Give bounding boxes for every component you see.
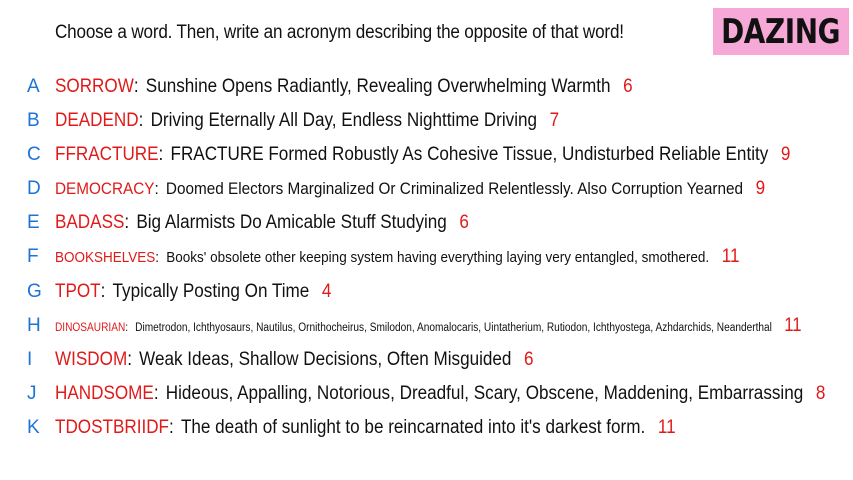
- entry-word: BADASS: [55, 212, 125, 233]
- entry-score: 6: [524, 349, 534, 370]
- entry-row: B DEADEND: Driving Eternally All Day, Endl…: [0, 106, 853, 136]
- entry-word: DEMOCRACY: [55, 179, 155, 198]
- entry-colon: :: [125, 322, 129, 334]
- entry-score: 9: [755, 178, 766, 199]
- entry-letter: K: [27, 417, 40, 438]
- entry-colon: :: [158, 144, 164, 165]
- entry-row: J HANDSOME: Hideous, Appalling, Notorious,…: [0, 379, 853, 409]
- entry-row: G TPOT: Typically Posting On Time 4: [0, 277, 853, 307]
- instructions-text: Choose a word. Then, write an acronym de…: [55, 22, 624, 43]
- entry-letter: I: [27, 349, 33, 370]
- entry-acronym: Dimetrodon, Ichthyosaurs, Nautilus, Orni…: [135, 322, 772, 334]
- entry-acronym: Sunshine Opens Radiantly, Revealing Over…: [145, 76, 611, 97]
- entry-colon: :: [153, 383, 159, 404]
- entry-score: 6: [623, 76, 633, 97]
- entry-score: 8: [815, 383, 826, 404]
- entry-score: 11: [657, 417, 676, 438]
- entry-score: 7: [549, 110, 560, 131]
- entry-letter: C: [27, 144, 41, 165]
- entry-row: C FFRACTURE: FRACTURE Formed Robustly As C…: [0, 140, 853, 170]
- entry-score: 4: [321, 281, 332, 302]
- entry-letter: G: [27, 281, 42, 302]
- entry-colon: :: [154, 179, 159, 198]
- entry-letter: B: [27, 110, 40, 131]
- entry-word: DINOSAURIAN: [55, 322, 126, 334]
- entry-acronym: Doomed Electors Marginalized Or Criminal…: [165, 179, 744, 198]
- entry-word: TDOSTBRIIDF: [55, 417, 170, 438]
- entry-colon: :: [127, 349, 132, 370]
- entry-word: TPOT: [55, 281, 101, 302]
- entry-row: E BADASS: Big Alarmists Do Amicable Stuff …: [0, 208, 853, 238]
- entry-colon: :: [138, 110, 144, 131]
- entry-acronym: Hideous, Appalling, Notorious, Dreadful,…: [165, 383, 804, 404]
- entry-letter: D: [27, 178, 41, 199]
- entry-letter: A: [27, 76, 40, 97]
- entry-colon: :: [169, 417, 174, 438]
- entry-word: BOOKSHELVES: [55, 249, 156, 266]
- entry-row: H DINOSAURIAN: Dimetrodon, Ichthyosaurs, N…: [0, 311, 853, 341]
- entry-acronym: Driving Eternally All Day, Endless Night…: [150, 110, 538, 131]
- entry-acronym: FRACTURE Formed Robustly As Cohesive Tis…: [170, 144, 769, 165]
- entry-score: 6: [459, 212, 469, 233]
- entry-acronym: Weak Ideas, Shallow Decisions, Often Mis…: [139, 349, 512, 370]
- entry-colon: :: [100, 281, 106, 302]
- entry-score: 9: [780, 144, 791, 165]
- entry-word: WISDOM: [55, 349, 128, 370]
- entry-acronym: The death of sunlight to be reincarnated…: [180, 417, 646, 438]
- entry-letter: J: [27, 383, 37, 404]
- entry-row: K TDOSTBRIIDF: The death of sunlight to be…: [0, 413, 853, 443]
- logo-text: DAZING: [721, 11, 841, 52]
- entry-acronym: Books' obsolete other keeping system hav…: [166, 249, 710, 266]
- entry-colon: :: [133, 76, 139, 97]
- entry-letter: F: [27, 246, 39, 267]
- entry-row: D DEMOCRACY: Doomed Electors Marginalized …: [0, 174, 853, 204]
- entry-row: F BOOKSHELVES: Books' obsolete other keepi…: [0, 242, 853, 272]
- entry-colon: :: [124, 212, 130, 233]
- entry-row: I WISDOM: Weak Ideas, Shallow Decisions, O…: [0, 345, 853, 375]
- entry-word: FFRACTURE: [55, 144, 159, 165]
- entry-word: DEADEND: [55, 110, 139, 131]
- entry-letter: H: [27, 315, 41, 336]
- entry-score: 11: [721, 246, 740, 267]
- entry-letter: E: [27, 212, 40, 233]
- dazing-logo: DAZING: [713, 8, 849, 55]
- entry-acronym: Big Alarmists Do Amicable Stuff Studying: [136, 212, 447, 233]
- entry-word: HANDSOME: [55, 383, 154, 404]
- entry-colon: :: [155, 249, 160, 266]
- entry-acronym: Typically Posting On Time: [112, 281, 310, 302]
- entry-word: SORROW: [55, 76, 134, 97]
- entry-row: A SORROW: Sunshine Opens Radiantly, Reveal…: [0, 72, 853, 102]
- entry-score: 11: [784, 315, 802, 336]
